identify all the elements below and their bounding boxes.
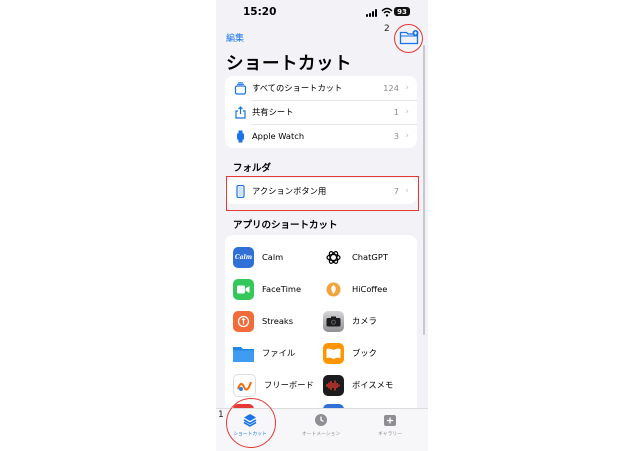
watch-icon bbox=[237, 130, 244, 142]
chatgpt-icon bbox=[323, 246, 344, 268]
app-name: カメラ bbox=[352, 316, 377, 326]
library-row-apple-watch[interactable]: Apple Watch 3 › bbox=[225, 124, 417, 148]
app-row-calm[interactable]: Calm Calm bbox=[233, 245, 283, 269]
app-row-chatgpt[interactable]: ChatGPT bbox=[323, 245, 388, 269]
wifi-icon bbox=[381, 7, 393, 17]
folders-header: フォルダ bbox=[233, 163, 272, 174]
callout-circle-shortcuts-tab bbox=[226, 398, 276, 448]
app-shortcuts-header: アプリのショートカット bbox=[233, 220, 338, 231]
freeform-icon bbox=[233, 373, 256, 397]
books-icon bbox=[323, 342, 344, 364]
app-row-streaks[interactable]: Streaks bbox=[233, 309, 293, 333]
library-card: すべてのショートカット 124 › 共有シート 1 › Apple Watch … bbox=[225, 76, 417, 148]
chevron-right-icon: › bbox=[405, 107, 409, 117]
callout-box-folder bbox=[226, 176, 419, 211]
files-icon bbox=[233, 343, 254, 364]
app-name: ChatGPT bbox=[352, 252, 388, 262]
library-row-count: 124 bbox=[383, 83, 399, 93]
app-row-files[interactable]: ファイル bbox=[233, 341, 295, 365]
tab-gallery[interactable]: ギャラリー bbox=[360, 413, 420, 437]
library-row-share-sheet[interactable]: 共有シート 1 › bbox=[225, 100, 417, 124]
app-row-camera[interactable]: カメラ bbox=[323, 309, 377, 333]
library-row-count: 1 bbox=[393, 107, 399, 117]
calm-icon: Calm bbox=[233, 246, 254, 268]
hicoffee-icon bbox=[323, 278, 344, 300]
app-name: FaceTime bbox=[262, 284, 302, 294]
signal-icon bbox=[366, 9, 378, 17]
library-row-label: すべてのショートカット bbox=[252, 83, 343, 93]
tab-label: ギャラリー bbox=[378, 432, 402, 437]
chevron-right-icon: › bbox=[405, 131, 409, 141]
status-time: 15:20 bbox=[243, 6, 277, 18]
tab-label: オートメーション bbox=[301, 432, 341, 437]
automation-icon bbox=[315, 414, 327, 426]
voice-memo-icon bbox=[323, 374, 344, 396]
app-name: Streaks bbox=[262, 316, 294, 326]
app-row-facetime[interactable]: FaceTime bbox=[233, 277, 301, 301]
library-row-label: Apple Watch bbox=[252, 131, 305, 141]
camera-icon bbox=[323, 310, 344, 332]
tab-automation[interactable]: オートメーション bbox=[291, 413, 351, 437]
library-row-count: 3 bbox=[393, 131, 399, 141]
gallery-icon bbox=[384, 415, 396, 426]
app-row-freeform[interactable]: フリーボード bbox=[233, 373, 314, 397]
app-name: フリーボード bbox=[264, 380, 314, 390]
app-row-books[interactable]: ブック bbox=[323, 341, 377, 365]
callout-circle-new-folder bbox=[394, 24, 423, 53]
callout-number-1: 1 bbox=[218, 410, 224, 420]
page-title: ショートカット bbox=[226, 54, 352, 74]
phone-screen: 15:20 93 編集 ショートカット すべてのショートカット 124 › 共有… bbox=[216, 0, 428, 451]
library-row-label: 共有シート bbox=[252, 107, 294, 117]
callout-number-2: 2 bbox=[384, 24, 390, 34]
stack-icon bbox=[234, 81, 247, 95]
app-name: ボイスメモ bbox=[352, 380, 394, 390]
app-name: ブック bbox=[352, 348, 377, 358]
chevron-right-icon: › bbox=[405, 83, 409, 93]
app-name: HiCoffee bbox=[352, 284, 388, 294]
streaks-icon bbox=[233, 310, 254, 332]
app-name: Calm bbox=[262, 252, 284, 262]
app-row-hicoffee[interactable]: HiCoffee bbox=[323, 277, 387, 301]
app-row-voice-memos[interactable]: ボイスメモ bbox=[323, 373, 393, 397]
edit-button[interactable]: 編集 bbox=[226, 31, 244, 44]
app-name: ファイル bbox=[262, 348, 296, 358]
share-icon bbox=[235, 105, 246, 119]
facetime-icon bbox=[233, 278, 254, 300]
scrollbar[interactable] bbox=[423, 45, 425, 335]
library-row-all[interactable]: すべてのショートカット 124 › bbox=[225, 76, 417, 100]
battery-icon: 93 bbox=[394, 7, 410, 16]
